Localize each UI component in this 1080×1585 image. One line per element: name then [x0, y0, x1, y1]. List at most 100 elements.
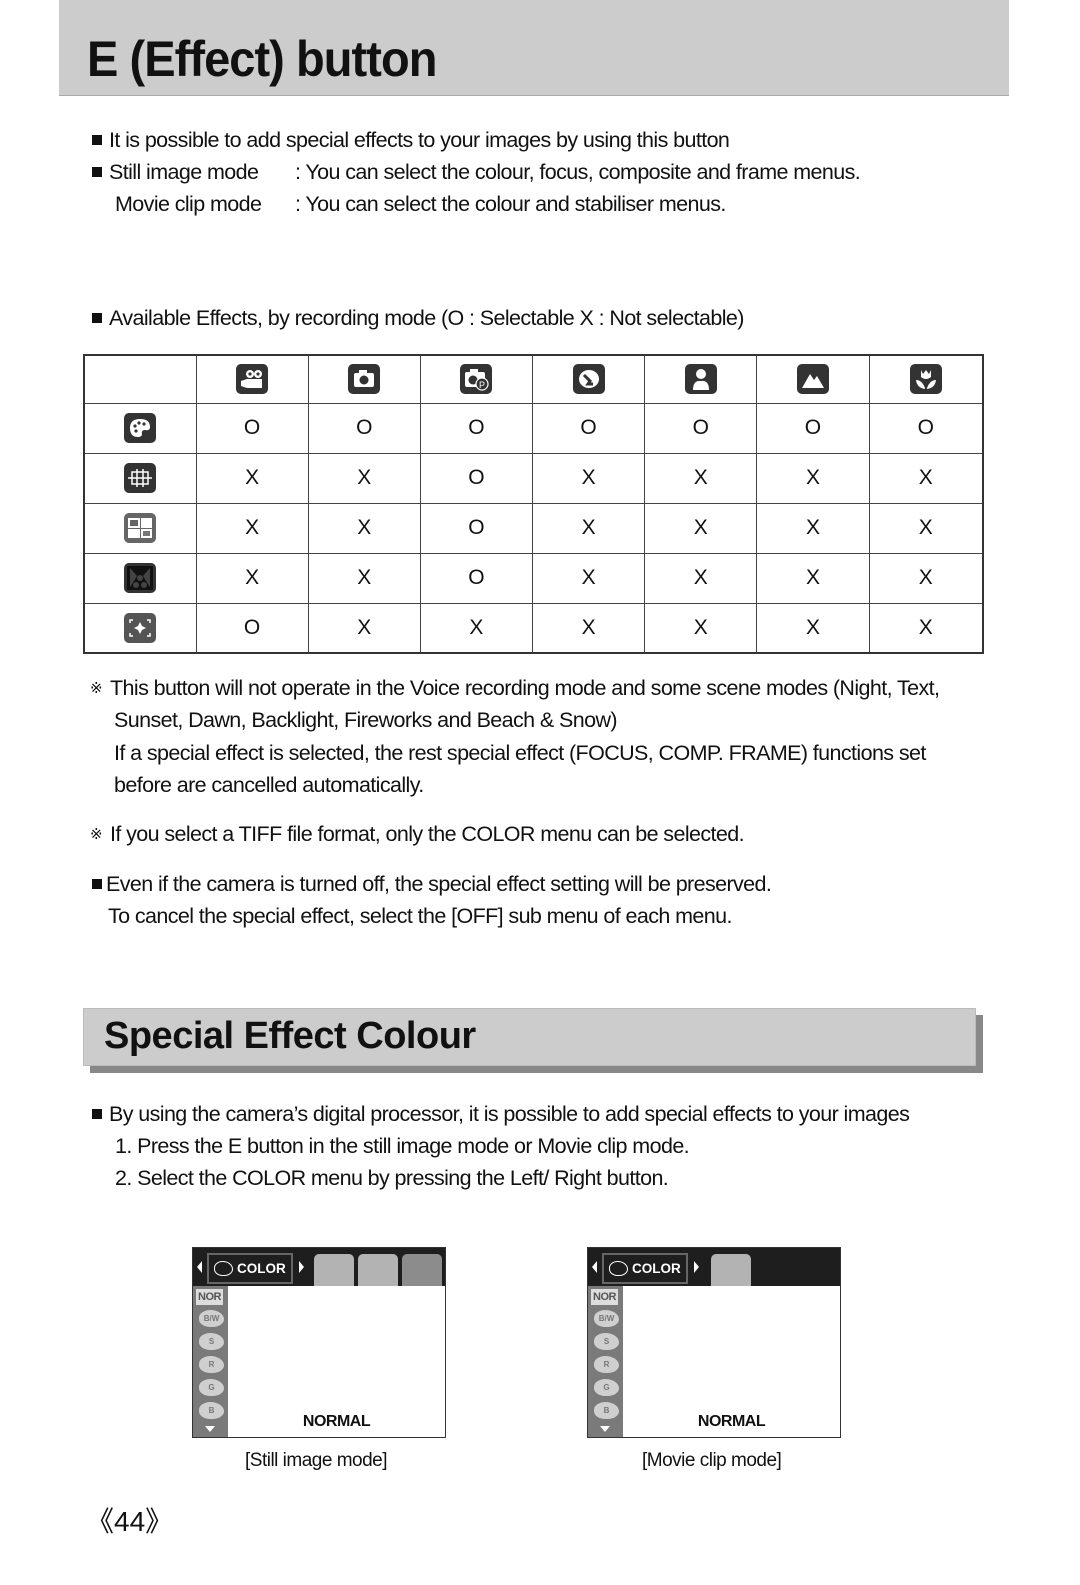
- option-green: G: [199, 1379, 224, 1396]
- mode-label: Movie clip mode: [115, 192, 262, 216]
- page-title-bar: E (Effect) button: [59, 0, 1009, 96]
- down-arrow-icon: [600, 1426, 610, 1432]
- focus-tab-icon: [314, 1254, 354, 1286]
- option-blue: B: [594, 1402, 619, 1419]
- page-title: E (Effect) button: [87, 31, 437, 87]
- section-title: Special Effect Colour: [104, 1015, 476, 1057]
- table-cell: O: [195, 402, 309, 454]
- option-red: R: [199, 1356, 224, 1373]
- table-cell: O: [532, 402, 646, 454]
- column-header: [868, 354, 984, 404]
- colour-options-sidebar: NOR B/W S R G B: [193, 1286, 228, 1437]
- table-cell: X: [307, 602, 421, 654]
- table-cell: X: [532, 502, 646, 554]
- row-header: [83, 402, 197, 454]
- composite-tab-icon: [358, 1254, 398, 1286]
- option-red: R: [594, 1356, 619, 1373]
- option-blue: B: [199, 1402, 224, 1419]
- intro-line-2: Still image mode: You can select the col…: [92, 156, 861, 188]
- table-cell: X: [868, 452, 984, 504]
- program-mode-icon: P: [460, 364, 493, 395]
- column-header: [307, 354, 421, 404]
- stabiliser-effect-icon: [124, 612, 157, 643]
- table-cell: O: [868, 402, 984, 454]
- table-cell: X: [532, 602, 646, 654]
- stabiliser-tab-icon: [711, 1254, 751, 1286]
- bullet-icon: [92, 1109, 102, 1119]
- table-cell: X: [195, 452, 309, 504]
- option-sepia: S: [199, 1333, 224, 1350]
- lcd-menu-bar: COLOR: [193, 1248, 445, 1286]
- row-header: [83, 452, 197, 504]
- colour-effect-icon: [124, 413, 157, 443]
- table-cell: X: [532, 452, 646, 504]
- landscape-mode-icon: [796, 364, 829, 395]
- left-arrow-icon: [197, 1261, 202, 1273]
- column-header: [195, 354, 309, 404]
- mode-label: Still image mode: [109, 160, 259, 184]
- table-cell: O: [307, 402, 421, 454]
- available-effects-heading: Available Effects, by recording mode (O …: [92, 302, 744, 334]
- section-title-bar: Special Effect Colour: [83, 1008, 976, 1066]
- note-1-line-4: before are cancelled automatically.: [114, 773, 424, 797]
- table-cell: O: [195, 602, 309, 654]
- option-sepia: S: [594, 1333, 619, 1350]
- focus-effect-icon: [124, 463, 157, 493]
- lcd-screen-movie-clip: COLOR NOR B/W S R G B NORMAL: [587, 1247, 841, 1438]
- lcd-screen-still-image: COLOR NOR B/W S R G B NORMAL: [192, 1247, 446, 1438]
- table-cell: X: [644, 602, 758, 654]
- down-arrow-icon: [205, 1426, 215, 1432]
- note-1-line-3: If a special effect is selected, the res…: [114, 741, 926, 765]
- caption-still-image: [Still image mode]: [245, 1450, 388, 1471]
- option-bw: B/W: [594, 1310, 619, 1327]
- option-bw: B/W: [199, 1310, 224, 1327]
- right-arrow-icon: [299, 1261, 304, 1273]
- bullet-icon: [92, 167, 102, 177]
- note-2: ※ If you select a TIFF file format, only …: [90, 818, 745, 851]
- step-2: 2. Select the COLOR menu by pressing the…: [115, 1166, 669, 1190]
- lcd-status-text: NORMAL: [697, 1413, 766, 1430]
- effects-availability-table: P O O O O O O O X X O X X X X X X O X X …: [83, 354, 984, 654]
- table-cell: X: [756, 552, 870, 604]
- table-cell: X: [419, 602, 534, 654]
- column-header: P: [419, 354, 534, 404]
- table-cell: X: [756, 602, 870, 654]
- note-3: Even if the camera is turned off, the sp…: [92, 868, 772, 900]
- note-1-line-2: Sunset, Dawn, Backlight, Fireworks and B…: [114, 708, 618, 732]
- table-row: O X X X X X X: [83, 602, 984, 654]
- table-cell: X: [532, 552, 646, 604]
- night-scene-mode-icon: [572, 364, 605, 395]
- table-cell: X: [868, 552, 984, 604]
- note-3-line-2: To cancel the special effect, select the…: [108, 904, 732, 928]
- table-cell: X: [868, 502, 984, 554]
- column-header: [756, 354, 870, 404]
- table-row: X X O X X X X: [83, 452, 984, 504]
- table-cell: X: [644, 452, 758, 504]
- intro-line-3: Movie clip mode: You can select the colo…: [115, 188, 726, 220]
- colour-options-sidebar: NOR B/W S R G B: [588, 1286, 623, 1437]
- table-cell: X: [644, 552, 758, 604]
- movie-clip-mode-icon: [236, 364, 269, 395]
- portrait-mode-icon: [684, 364, 717, 395]
- table-row: X X O X X X X: [83, 502, 984, 554]
- caption-movie-clip: [Movie clip mode]: [642, 1450, 782, 1471]
- table-cell: O: [419, 452, 534, 504]
- table-cell: X: [756, 452, 870, 504]
- table-cell: X: [307, 552, 421, 604]
- svg-text:P: P: [479, 380, 485, 390]
- option-green: G: [594, 1379, 619, 1396]
- table-cell: O: [419, 502, 534, 554]
- table-cell: O: [419, 402, 534, 454]
- table-cell: O: [756, 402, 870, 454]
- macro-mode-icon: [909, 364, 942, 395]
- option-normal: NOR: [196, 1289, 223, 1305]
- table-cell: X: [195, 552, 309, 604]
- lcd-status-text: NORMAL: [302, 1413, 371, 1430]
- bullet-icon: [92, 879, 102, 889]
- intro-line-1: It is possible to add special effects to…: [92, 124, 730, 156]
- palette-icon: [609, 1261, 628, 1276]
- bullet-icon: [92, 135, 102, 145]
- column-header: [532, 354, 646, 404]
- auto-mode-icon: [348, 364, 381, 395]
- palette-icon: [214, 1261, 233, 1276]
